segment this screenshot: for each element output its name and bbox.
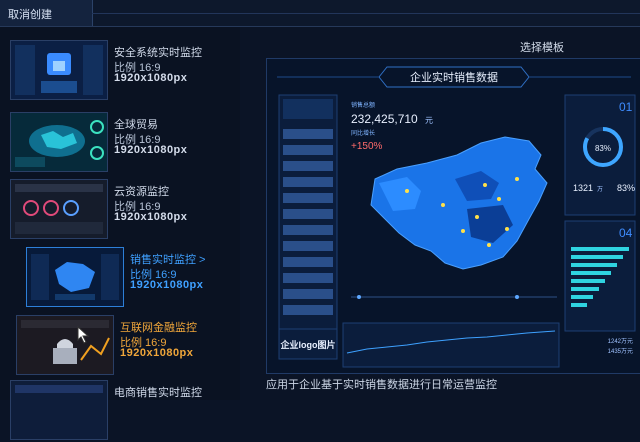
count-unit: 万 — [597, 186, 603, 193]
template-item[interactable]: 互联网金融监控 比例 16:9 1920x1080px — [16, 315, 241, 377]
header-divider — [92, 13, 640, 14]
dashboard-title: 企业实时销售数据 — [410, 70, 498, 84]
template-name: 互联网金融监控 — [120, 322, 197, 334]
template-item[interactable]: 云资源监控 比例 16:9 1920x1080px — [10, 179, 235, 241]
template-name: 安全系统实时监控 — [114, 47, 202, 59]
template-resolution: 1920x1080px — [114, 211, 188, 223]
cancel-create-label: 取消创建 — [8, 9, 52, 21]
template-resolution: 1920x1080px — [114, 72, 188, 84]
growth-label: 同比增长 — [351, 129, 375, 137]
template-item[interactable]: 安全系统实时监控 比例 16:9 1920x1080px — [10, 40, 235, 102]
total-sales-unit: 元 — [425, 116, 433, 125]
right-value-1: 1242万元 — [608, 338, 633, 345]
progress-value: 83% — [595, 144, 611, 153]
template-thumbnail — [10, 179, 108, 239]
template-thumbnail — [10, 40, 108, 100]
cancel-create-button[interactable]: 取消创建 — [0, 0, 93, 26]
total-sales-value: 232,425,710 — [351, 112, 418, 126]
template-item-selected[interactable]: 销售实时监控 > 比例 16:9 1920x1080px — [26, 247, 251, 309]
template-thumbnail — [26, 247, 124, 307]
template-thumbnail — [10, 112, 108, 172]
template-thumbnail — [16, 315, 114, 375]
template-preview: 企业实时销售数据 销售总额 232,425,710 元 同比增长 +150% 企… — [266, 58, 640, 374]
percent-value: 83% — [617, 183, 635, 193]
template-name: 全球贸易 — [114, 119, 158, 131]
top-bar: 取消创建 — [0, 0, 640, 27]
count-value: 1321 — [573, 183, 593, 193]
template-name: 电商销售实时监控 — [114, 387, 202, 399]
template-resolution: 1920x1080px — [130, 279, 204, 291]
growth-value: +150% — [351, 141, 383, 152]
template-item[interactable]: 电商销售实时监控 — [10, 380, 235, 442]
template-name: 销售实时监控 > — [130, 254, 206, 266]
right-value-2: 1435万元 — [608, 348, 633, 355]
template-name: 云资源监控 — [114, 186, 169, 198]
logo-placeholder: 企业logo图片 — [280, 339, 336, 350]
panel-number-1: 01 — [619, 100, 633, 114]
template-resolution: 1920x1080px — [114, 144, 188, 156]
template-item[interactable]: 全球贸易 比例 16:9 1920x1080px — [10, 112, 235, 174]
panel-number-2: 04 — [619, 226, 633, 240]
template-thumbnail — [10, 380, 108, 440]
template-description: 应用于企业基于实时销售数据进行日常运营监控 — [266, 379, 497, 391]
total-sales-label: 销售总额 — [351, 101, 375, 109]
preview-section-title: 选择模板 — [520, 42, 564, 54]
template-resolution: 1920x1080px — [120, 347, 194, 359]
